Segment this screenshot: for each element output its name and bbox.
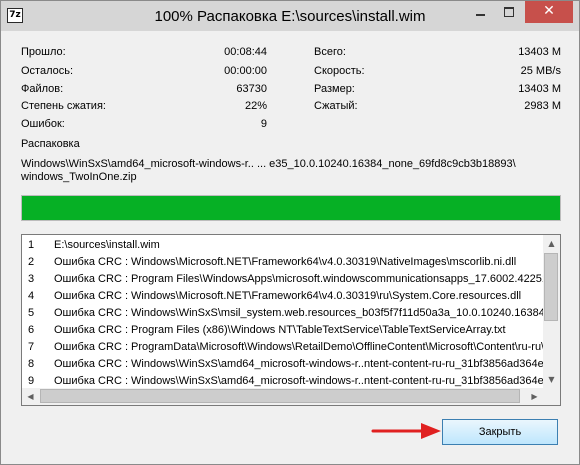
- progress-bar: [21, 195, 561, 221]
- scroll-right-icon[interactable]: ▶: [526, 388, 543, 405]
- log-row-number: 3: [28, 273, 35, 285]
- minimize-button[interactable]: [467, 1, 495, 23]
- title-bar[interactable]: 7z 100% Распаковка E:\sources\install.wi…: [1, 1, 579, 31]
- operation-label: Распаковка: [21, 138, 80, 150]
- current-file-name: windows_TwoInOne.zip: [21, 171, 137, 183]
- compression-ratio-value: 22%: [244, 100, 267, 112]
- log-row-text: Ошибка CRC : Program Files (x86)\Windows…: [54, 324, 506, 336]
- log-row-text: Ошибка CRC : Windows\Microsoft.NET\Frame…: [54, 290, 522, 302]
- log-row-number: 5: [28, 307, 35, 319]
- log-row-text: Ошибка CRC : Program Files\WindowsApps\m…: [54, 273, 561, 285]
- scroll-left-icon[interactable]: ◀: [22, 388, 39, 405]
- log-row-number: 1: [28, 239, 35, 251]
- log-row-number: 2: [28, 256, 35, 268]
- speed-label: Скорость:: [314, 65, 365, 77]
- compression-ratio-label: Степень сжатия:: [21, 100, 106, 112]
- remaining-value: 00:00:00: [224, 65, 267, 77]
- current-file-path: Windows\WinSxS\amd64_microsoft-windows-r…: [21, 158, 516, 170]
- files-value: 63730: [236, 83, 267, 95]
- scroll-down-icon[interactable]: ▼: [543, 371, 560, 388]
- elapsed-value: 00:08:44: [224, 46, 267, 58]
- close-window-button[interactable]: ✕: [525, 1, 573, 23]
- files-label: Файлов:: [21, 83, 64, 95]
- extraction-dialog: 7z 100% Распаковка E:\sources\install.wi…: [0, 0, 580, 465]
- compressed-value: 2983 M: [524, 100, 561, 112]
- close-button[interactable]: Закрыть: [442, 419, 558, 445]
- errors-value: 9: [260, 118, 267, 130]
- size-label: Размер:: [314, 83, 355, 95]
- remaining-label: Осталось:: [21, 65, 74, 77]
- error-log-list[interactable]: 1 E:\sources\install.wim 2 Ошибка CRC : Win…: [21, 234, 561, 406]
- log-row-number: 8: [28, 358, 35, 370]
- horizontal-scrollbar[interactable]: ◀ ▶: [22, 388, 543, 405]
- progress-fill: [22, 196, 560, 220]
- close-icon: ✕: [543, 3, 555, 19]
- compressed-label: Сжатый:: [314, 100, 358, 112]
- size-value: 13403 M: [518, 83, 561, 95]
- speed-value: 25 MB/s: [520, 65, 561, 77]
- scrollbar-corner: [543, 388, 560, 405]
- log-row-number: 6: [28, 324, 35, 336]
- maximize-button[interactable]: [495, 1, 523, 23]
- log-row-number: 7: [28, 341, 35, 353]
- elapsed-label: Прошло:: [21, 46, 66, 58]
- vertical-scrollbar[interactable]: ▲ ▼: [543, 235, 560, 388]
- vertical-scroll-thumb[interactable]: [544, 253, 558, 321]
- errors-label: Ошибок:: [21, 118, 65, 130]
- total-label: Всего:: [314, 46, 346, 58]
- log-row-text: E:\sources\install.wim: [54, 239, 160, 251]
- log-row-text: Ошибка CRC : Windows\WinSxS\amd64_micros…: [54, 358, 556, 370]
- scroll-up-icon[interactable]: ▲: [543, 235, 560, 252]
- total-value: 13403 M: [518, 46, 561, 58]
- log-row-text: Ошибка CRC : ProgramData\Microsoft\Windo…: [54, 341, 545, 353]
- log-row-text: Ошибка CRC : Windows\WinSxS\msil_system.…: [54, 307, 555, 319]
- log-row-text: Ошибка CRC : Windows\Microsoft.NET\Frame…: [54, 256, 517, 268]
- horizontal-scroll-thumb[interactable]: [40, 389, 520, 403]
- log-row-number: 4: [28, 290, 35, 302]
- red-arrow-annotation-icon: [371, 423, 441, 439]
